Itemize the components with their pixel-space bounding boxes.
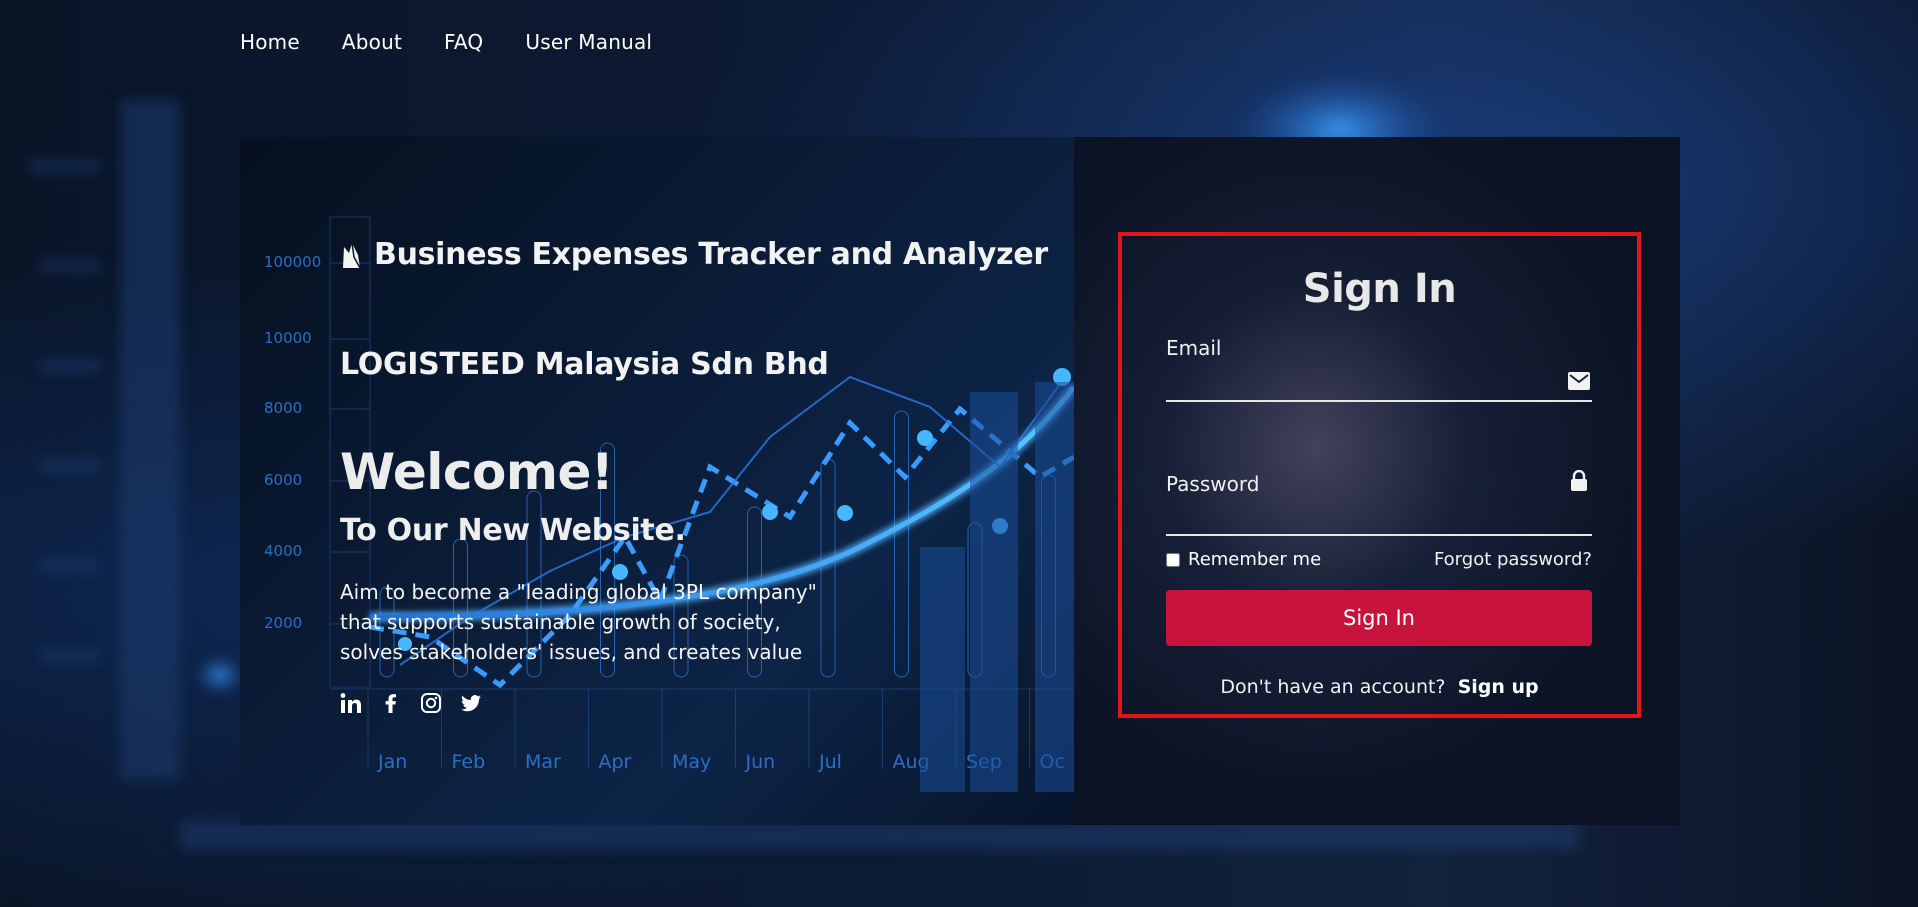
signup-link[interactable]: Sign up	[1458, 676, 1539, 698]
linkedin-icon[interactable]	[340, 692, 362, 714]
top-nav: Home About FAQ User Manual	[240, 30, 694, 54]
twitter-icon[interactable]	[460, 692, 482, 714]
chart-x-tick: Apr	[599, 751, 632, 773]
mission-text: Aim to become a "leading global 3PL comp…	[340, 577, 860, 667]
password-label: Password	[1166, 472, 1260, 496]
nav-faq[interactable]: FAQ	[444, 30, 483, 54]
signin-button[interactable]: Sign In	[1166, 590, 1592, 646]
brand: Business Expenses Tracker and Analyzer	[340, 237, 1048, 272]
password-input[interactable]	[1166, 496, 1560, 536]
mail-icon	[1568, 372, 1590, 390]
email-field: Email	[1166, 336, 1592, 402]
chart-x-tick: May	[672, 751, 711, 773]
signin-options: Remember me Forgot password?	[1166, 549, 1592, 570]
welcome-subheading: To Our New Website.	[340, 513, 686, 548]
signin-title: Sign In	[1302, 266, 1457, 312]
instagram-icon[interactable]	[420, 692, 442, 714]
hero-panel: 100000 10000 8000 6000 4000 2000 Jan Feb Mar Apr…	[240, 137, 1074, 825]
chart-candle	[894, 410, 909, 678]
remember-label: Remember me	[1188, 549, 1322, 570]
no-account-text: Don't have an account?	[1220, 676, 1446, 698]
chart-x-tick: Mar	[525, 751, 561, 773]
password-label-row: Password	[1166, 470, 1592, 496]
chart-y-tick: 100000	[264, 253, 321, 271]
password-input-wrap	[1166, 496, 1592, 536]
signin-form: Sign In Email Password Remember me Forgo…	[1118, 232, 1641, 718]
password-field: Password	[1166, 470, 1592, 536]
mission-line: that supports sustainable growth of soci…	[340, 610, 781, 634]
social-links	[340, 692, 482, 714]
welcome-heading: Welcome!	[340, 443, 614, 501]
remember-checkbox[interactable]	[1166, 552, 1180, 567]
login-card: 100000 10000 8000 6000 4000 2000 Jan Feb Mar Apr…	[240, 137, 1680, 825]
nav-user-manual[interactable]: User Manual	[525, 30, 652, 54]
chart-y-tick: 6000	[264, 471, 302, 489]
chart-x-tick: Jun	[745, 751, 776, 773]
chart-y-tick: 2000	[264, 614, 302, 632]
chart-x-tick: Feb	[452, 751, 486, 773]
mission-line: Aim to become a "leading global 3PL comp…	[340, 580, 817, 604]
email-input[interactable]	[1166, 360, 1560, 400]
chart-y-tick: 10000	[264, 329, 312, 347]
email-label: Email	[1166, 336, 1222, 360]
nav-about[interactable]: About	[342, 30, 402, 54]
lock-icon	[1571, 470, 1587, 491]
chart-y-tick: 4000	[264, 542, 302, 560]
logo-icon	[343, 242, 361, 268]
app-title: Business Expenses Tracker and Analyzer	[374, 237, 1048, 272]
facebook-icon[interactable]	[380, 692, 402, 714]
chart-x-tick: Jan	[377, 751, 407, 773]
chart-x-tick: Jul	[818, 751, 842, 773]
company-name: LOGISTEED Malaysia Sdn Bhd	[340, 347, 829, 382]
mission-line: solves stakeholders' issues, and creates…	[340, 640, 803, 664]
forgot-password-link[interactable]: Forgot password?	[1434, 549, 1592, 570]
signup-prompt: Don't have an account? Sign up	[1122, 676, 1637, 698]
chart-y-tick: 8000	[264, 399, 302, 417]
remember-me[interactable]: Remember me	[1166, 549, 1321, 570]
email-input-wrap	[1166, 360, 1592, 402]
nav-home[interactable]: Home	[240, 30, 300, 54]
